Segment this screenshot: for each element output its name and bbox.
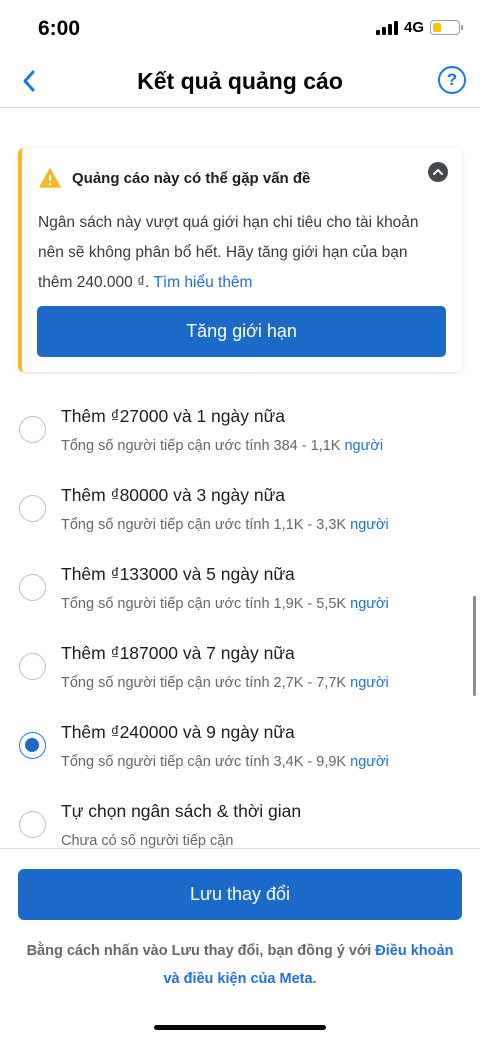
option-title: Tự chọn ngân sách & thời gian xyxy=(61,801,302,821)
option-subtitle: Tổng số người tiếp cận ước tính 3,4K - 9… xyxy=(61,754,389,770)
people-link[interactable]: người xyxy=(350,754,389,770)
radio-button[interactable] xyxy=(19,495,46,522)
option-subtitle: Chưa có số người tiếp cận xyxy=(61,833,234,848)
people-link[interactable]: người xyxy=(350,675,389,691)
learn-more-link[interactable]: Tìm hiểu thêm xyxy=(153,274,252,291)
warning-line-1: Ngân sách này vượt quá giới hạn chi tiêu… xyxy=(38,214,419,231)
terms-link-2[interactable]: và điều kiện của Meta xyxy=(163,971,312,987)
terms-text: Bằng cách nhấn vào Lưu thay đổi, bạn đồn… xyxy=(26,943,454,987)
increase-limit-button[interactable]: Tăng giới hạn xyxy=(37,306,446,357)
budget-options-list: Thêm ₫27000 và 1 ngày nữa Tổng số người … xyxy=(0,392,480,848)
option-title: Thêm ₫240000 và 9 ngày nữa xyxy=(61,722,295,742)
warning-line-3: thêm 240.000 ₫. Tìm hiểu thêm xyxy=(38,274,253,291)
radio-button[interactable] xyxy=(19,574,46,601)
people-link[interactable]: người xyxy=(350,596,389,612)
option-title: Thêm ₫133000 và 5 ngày nữa xyxy=(61,564,295,584)
warning-icon xyxy=(39,168,61,188)
collapse-button[interactable] xyxy=(428,162,448,182)
warning-line-2: nên sẽ không phân bổ hết. Hãy tăng giới … xyxy=(38,244,408,261)
option-subtitle: Tổng số người tiếp cận ước tính 1,1K - 3… xyxy=(61,517,389,533)
people-link[interactable]: người xyxy=(344,438,383,454)
radio-button[interactable] xyxy=(19,811,46,838)
status-bar: 6:00 4G xyxy=(0,0,480,56)
people-link[interactable]: người xyxy=(350,517,389,533)
option-title: Thêm ₫27000 và 1 ngày nữa xyxy=(61,406,286,426)
option-item-selected[interactable]: Thêm ₫240000 và 9 ngày nữa Tổng số người… xyxy=(0,708,480,787)
radio-button[interactable] xyxy=(19,653,46,680)
scrollbar[interactable] xyxy=(473,596,476,696)
option-item[interactable]: Thêm ₫80000 và 3 ngày nữa Tổng số người … xyxy=(0,471,480,550)
option-subtitle: Tổng số người tiếp cận ước tính 1,9K - 5… xyxy=(61,596,389,612)
nav-bar: Kết quả quảng cáo ? xyxy=(0,56,480,108)
help-icon[interactable]: ? xyxy=(438,66,466,94)
status-icons: 4G xyxy=(375,19,463,36)
warning-title: Quảng cáo này có thể gặp vấn đề xyxy=(72,170,311,187)
radio-button[interactable] xyxy=(19,416,46,443)
battery-icon xyxy=(430,20,463,35)
radio-button-selected[interactable] xyxy=(19,732,46,759)
signal-icon xyxy=(375,20,398,35)
option-title: Thêm ₫187000 và 7 ngày nữa xyxy=(61,643,295,663)
option-item[interactable]: Thêm ₫133000 và 5 ngày nữa Tổng số người… xyxy=(0,550,480,629)
network-label: 4G xyxy=(403,19,424,36)
option-title: Thêm ₫80000 và 3 ngày nữa xyxy=(61,485,286,505)
terms-link[interactable]: Điều khoản xyxy=(375,943,453,959)
option-subtitle: Tổng số người tiếp cận ước tính 384 - 1,… xyxy=(61,438,384,454)
page-title: Kết quả quảng cáo xyxy=(137,68,343,94)
option-item[interactable]: Thêm ₫27000 và 1 ngày nữa Tổng số người … xyxy=(0,392,480,471)
option-item-custom[interactable]: Tự chọn ngân sách & thời gian Chưa có số… xyxy=(0,787,480,848)
warning-card: Quảng cáo này có thể gặp vấn đề Ngân sác… xyxy=(18,148,462,372)
option-item[interactable]: Thêm ₫187000 và 7 ngày nữa Tổng số người… xyxy=(0,629,480,708)
home-indicator[interactable] xyxy=(154,1025,326,1030)
save-changes-button[interactable]: Lưu thay đổi xyxy=(18,869,462,920)
footer: Lưu thay đổi Bằng cách nhấn vào Lưu thay… xyxy=(0,848,480,1039)
warning-body: Ngân sách này vượt quá giới hạn chi tiêu… xyxy=(38,208,454,298)
chevron-up-icon xyxy=(433,169,443,175)
status-time: 6:00 xyxy=(38,17,81,40)
option-subtitle: Tổng số người tiếp cận ước tính 2,7K - 7… xyxy=(61,675,389,691)
